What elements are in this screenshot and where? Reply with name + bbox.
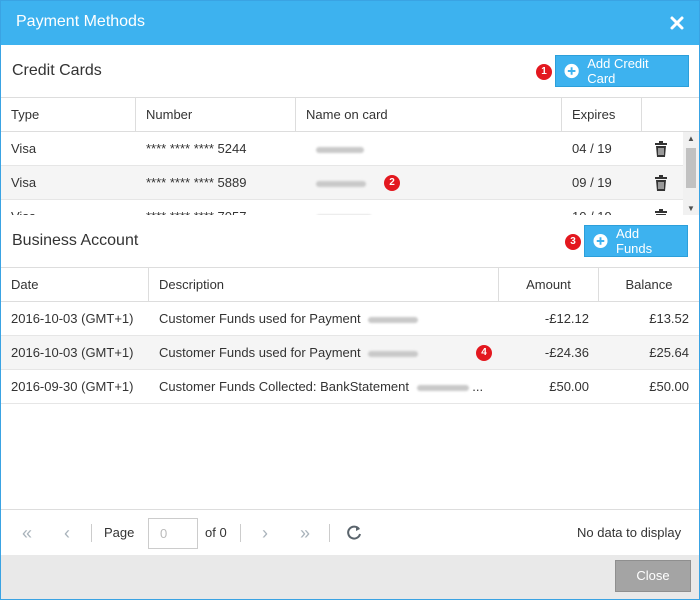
- pager-separator: [329, 524, 330, 542]
- previous-page-icon[interactable]: ‹: [57, 523, 77, 543]
- delete-card-icon[interactable]: [654, 175, 668, 191]
- page-label: Page: [104, 525, 135, 540]
- column-header-description[interactable]: Description: [149, 268, 499, 302]
- pagination-toolbar: « ‹ Page 0 of 0 › » No data to display: [1, 509, 699, 555]
- card-type: Visa: [11, 175, 37, 190]
- add-credit-card-button[interactable]: Add Credit Card: [555, 55, 689, 87]
- transaction-row[interactable]: 2016-10-03 (GMT+1) Customer Funds used f…: [1, 302, 699, 336]
- transaction-amount: -£24.36: [544, 345, 589, 360]
- business-account-title: Business Account: [12, 232, 139, 249]
- scroll-down-arrow-icon[interactable]: ▼: [683, 202, 699, 216]
- column-header-name-on-card[interactable]: Name on card: [296, 98, 562, 132]
- transaction-balance: £13.52: [649, 311, 689, 326]
- transaction-description-text: Customer Funds Collected: BankStatement: [159, 379, 410, 394]
- column-header-type[interactable]: Type: [1, 98, 136, 132]
- transaction-date: 2016-10-03 (GMT+1): [11, 311, 134, 326]
- card-expires: 10 / 19: [562, 200, 642, 216]
- close-button[interactable]: Close: [615, 560, 691, 592]
- transaction-description-text: Customer Funds used for Payment: [159, 311, 361, 326]
- payment-methods-dialog: Payment Methods Credit Cards 1 Add Credi…: [0, 0, 700, 600]
- add-funds-button[interactable]: Add Funds: [584, 225, 688, 257]
- next-page-icon[interactable]: ›: [255, 523, 275, 543]
- page-number-input[interactable]: 0: [148, 518, 198, 549]
- card-row[interactable]: Visa **** **** **** 7057 10 / 19: [1, 200, 683, 216]
- card-holder-name-redacted: [306, 166, 426, 200]
- dialog-title-bar: Payment Methods: [1, 1, 699, 45]
- redacted-reference: [368, 350, 419, 357]
- credit-cards-title: Credit Cards: [12, 62, 102, 79]
- column-header-number[interactable]: Number: [136, 98, 296, 132]
- card-type: Visa: [11, 141, 37, 156]
- transaction-balance: £50.00: [649, 379, 689, 394]
- transaction-date: 2016-10-03 (GMT+1): [11, 345, 134, 360]
- pager-status: No data to display: [577, 525, 682, 540]
- callout-badge-3: 3: [565, 234, 581, 250]
- credit-cards-list: Visa **** **** **** 5244 04 / 19 Visa **…: [1, 132, 699, 216]
- card-row[interactable]: Visa **** **** **** 5244 04 / 19: [1, 132, 683, 166]
- card-number: **** **** **** 7057: [136, 200, 296, 216]
- card-row[interactable]: Visa **** **** **** 5889 2 09 / 19: [1, 166, 683, 200]
- refresh-icon[interactable]: [344, 523, 364, 543]
- add-credit-card-label: Add Credit Card: [587, 56, 649, 86]
- pager-separator: [91, 524, 92, 542]
- plus-circle-icon: [564, 63, 579, 79]
- page-count-label: of 0: [205, 525, 227, 540]
- transaction-balance: £25.64: [649, 345, 689, 360]
- card-holder-name-redacted: [306, 132, 426, 166]
- card-number: **** **** **** 5244: [146, 141, 247, 156]
- transaction-description-text: Customer Funds used for Payment: [159, 345, 361, 360]
- close-icon[interactable]: [669, 15, 685, 31]
- transaction-description: Customer Funds Collected: BankStatement …: [149, 370, 499, 404]
- transaction-row[interactable]: 2016-09-30 (GMT+1) Customer Funds Collec…: [1, 370, 699, 404]
- transaction-description-ellipsis: ...: [472, 379, 484, 394]
- credit-cards-scrollbar[interactable]: ▲ ▼: [683, 132, 699, 216]
- card-expires: 09 / 19: [572, 175, 612, 190]
- transaction-date: 2016-09-30 (GMT+1): [11, 379, 134, 394]
- column-header-date[interactable]: Date: [1, 268, 149, 302]
- transaction-description: Customer Funds used for Payment: [149, 336, 499, 370]
- card-number: **** **** **** 5889: [146, 175, 247, 190]
- redacted-reference: [368, 316, 419, 323]
- plus-circle-icon: [593, 233, 608, 249]
- pager-separator: [240, 524, 241, 542]
- scroll-up-arrow-icon[interactable]: ▲: [683, 132, 699, 146]
- callout-badge-4: 4: [476, 345, 492, 361]
- last-page-icon[interactable]: »: [295, 523, 315, 543]
- transaction-row[interactable]: 2016-10-03 (GMT+1) Customer Funds used f…: [1, 336, 699, 370]
- callout-badge-1: 1: [536, 64, 552, 80]
- scrollbar-thumb[interactable]: [686, 148, 696, 188]
- business-account-header: Business Account 3 Add Funds: [1, 215, 699, 268]
- business-account-grid-header: Date Description Amount Balance: [1, 268, 699, 302]
- card-expires: 04 / 19: [572, 141, 612, 156]
- dialog-footer: Close: [1, 555, 699, 599]
- dialog-title: Payment Methods: [16, 13, 145, 30]
- transaction-amount: £50.00: [549, 379, 589, 394]
- credit-cards-grid-header: Type Number Name on card Expires: [1, 98, 699, 132]
- add-funds-label: Add Funds: [616, 226, 653, 256]
- first-page-icon[interactable]: «: [17, 523, 37, 543]
- delete-card-icon[interactable]: [654, 141, 668, 157]
- transaction-description: Customer Funds used for Payment: [149, 302, 499, 336]
- column-header-balance[interactable]: Balance: [599, 268, 699, 302]
- credit-cards-header: Credit Cards 1 Add Credit Card: [1, 45, 699, 98]
- column-header-expires[interactable]: Expires: [562, 98, 642, 132]
- redacted-reference: [416, 384, 469, 391]
- callout-badge-2: 2: [384, 175, 400, 191]
- card-type: Visa: [1, 200, 136, 216]
- column-header-amount[interactable]: Amount: [499, 268, 599, 302]
- transaction-amount: -£12.12: [544, 311, 589, 326]
- card-holder-name-redacted: [306, 200, 426, 216]
